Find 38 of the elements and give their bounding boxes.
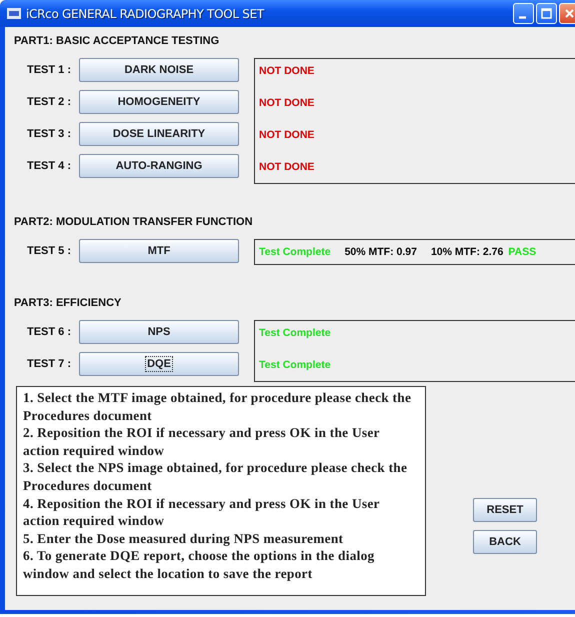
result-text: 50% MTF: 0.97 <box>344 246 417 258</box>
maximize-icon <box>540 7 553 20</box>
window-title: iCRco GENERAL RADIOGRAPHY TOOL SET <box>26 6 266 20</box>
test-label: TEST 2 : <box>27 96 72 108</box>
result-text: PASS <box>508 246 536 258</box>
section-title: PART3: EFFICIENCY <box>14 296 122 310</box>
test-label: TEST 7 : <box>27 358 72 370</box>
minimize-button[interactable] <box>513 3 534 24</box>
test-label: TEST 4 : <box>27 160 72 172</box>
close-button[interactable] <box>559 3 575 24</box>
test-button[interactable]: MTF <box>79 239 239 263</box>
result-text: Test Complete <box>259 246 331 258</box>
close-icon <box>563 7 575 20</box>
test-label: TEST 5 : <box>27 245 72 257</box>
instructions-text: 1. Select the MTF image obtained, for procedure please check the Procedures document 2. Reposition the ROI if necessary and press OK in the User action required window 3. Select the NPS image obtained, for procedure please check the Procedures document 4. Reposition the ROI if necessary and press OK in the User action required window 5. Enter the Dose measured during NPS measurement 6. To generate DQE report, choose the options in the dialog window and select the location to save the report <box>16 386 426 596</box>
result-text: NOT DONE <box>259 129 314 141</box>
reset-button[interactable]: RESET <box>473 498 537 522</box>
back-button[interactable]: BACK <box>473 530 537 554</box>
result-text: NOT DONE <box>259 161 314 173</box>
test-button[interactable]: DQE <box>79 352 239 376</box>
section-title: PART2: MODULATION TRANSFER FUNCTION <box>14 215 254 229</box>
app-icon <box>7 8 21 19</box>
maximize-button[interactable] <box>536 3 557 24</box>
minimize-icon <box>518 16 526 19</box>
test-button[interactable]: DOSE LINEARITY <box>79 122 239 146</box>
section-title: PART1: BASIC ACCEPTANCE TESTING <box>14 34 220 48</box>
test-button[interactable]: HOMOGENEITY <box>79 90 239 114</box>
result-text: NOT DONE <box>259 97 314 109</box>
result-text: 10% MTF: 2.76 <box>430 246 504 258</box>
result-text: NOT DONE <box>259 65 314 77</box>
test-button[interactable]: DARK NOISE <box>79 58 239 82</box>
test-button[interactable]: NPS <box>79 320 239 344</box>
test-label: TEST 3 : <box>27 128 72 140</box>
result-text: Test Complete <box>259 327 331 339</box>
test-button[interactable]: AUTO-RANGING <box>79 154 239 178</box>
result-text: Test Complete <box>259 359 331 371</box>
test-label: TEST 1 : <box>27 64 72 76</box>
test-label: TEST 6 : <box>27 326 72 338</box>
